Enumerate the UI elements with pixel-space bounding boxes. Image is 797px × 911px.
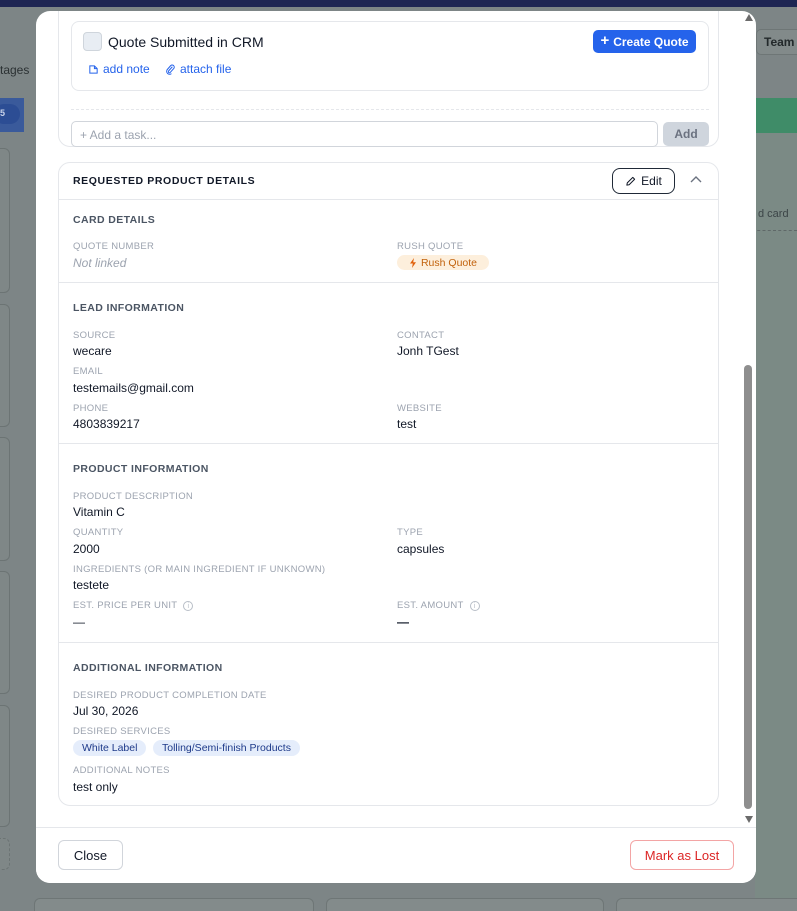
- create-quote-label: Create Quote: [613, 34, 689, 49]
- modal-scrollbar[interactable]: [742, 11, 756, 827]
- email-label: EMAIL: [73, 366, 104, 377]
- divider: [71, 109, 709, 110]
- completion-date-value: Jul 30, 2026: [73, 704, 139, 718]
- chevron-up-icon[interactable]: [689, 174, 703, 186]
- create-quote-button[interactable]: + Create Quote: [593, 30, 696, 53]
- rush-quote-label: RUSH QUOTE: [397, 241, 464, 252]
- team-button[interactable]: Team: [756, 29, 797, 55]
- price-per-unit-label: EST. PRICE PER UNIT i: [73, 600, 194, 611]
- edit-label: Edit: [641, 174, 662, 188]
- card-details-modal: Quote Submitted in CRM + Create Quote ad…: [36, 11, 756, 883]
- modal-footer: Close Mark as Lost: [36, 827, 756, 883]
- task-checkbox[interactable]: [83, 32, 102, 51]
- product-description-label: PRODUCT DESCRIPTION: [73, 491, 194, 502]
- est-amount-label: EST. AMOUNT i: [397, 600, 480, 611]
- product-information-title: PRODUCT INFORMATION: [73, 463, 209, 475]
- board-card-partial: [34, 898, 314, 911]
- section-title: REQUESTED PRODUCT DETAILS: [73, 175, 256, 187]
- info-icon[interactable]: i: [183, 600, 194, 611]
- quantity-label: QUANTITY: [73, 527, 124, 538]
- rush-quote-text: Rush Quote: [420, 256, 478, 269]
- source-label: SOURCE: [73, 330, 116, 341]
- price-per-unit-label-text: EST. PRICE PER UNIT: [73, 600, 178, 611]
- completion-date-label: DESIRED PRODUCT COMPLETION DATE: [73, 690, 267, 701]
- contact-value: Jonh TGest: [397, 344, 459, 358]
- paperclip-icon: [166, 64, 175, 75]
- email-value: testemails@gmail.com: [73, 381, 194, 395]
- ingredients-label: INGREDIENTS (OR MAIN INGREDIENT IF UNKNO…: [73, 564, 326, 575]
- card-details-section: CARD DETAILS QUOTE NUMBER Not linked RUS…: [59, 201, 718, 283]
- pencil-icon: [626, 176, 636, 186]
- column-divider: [752, 230, 797, 231]
- source-value: wecare: [73, 344, 112, 358]
- scroll-up-arrow-icon[interactable]: [745, 14, 753, 21]
- board-card-partial: [326, 898, 604, 911]
- mark-as-lost-button[interactable]: Mark as Lost: [630, 840, 734, 870]
- attach-file-link[interactable]: attach file: [165, 62, 231, 76]
- type-value: capsules: [397, 542, 445, 556]
- add-task-button[interactable]: Add: [663, 122, 709, 146]
- quote-number-value: Not linked: [73, 256, 127, 270]
- website-label: WEBSITE: [397, 403, 442, 414]
- edit-button[interactable]: Edit: [612, 168, 675, 194]
- board-card-partial: [0, 437, 10, 561]
- rush-quote-badge: Rush Quote: [397, 255, 489, 270]
- board-card-partial: [616, 898, 797, 911]
- service-tag: White Label: [73, 740, 147, 756]
- board-card-partial: [0, 148, 10, 293]
- additional-notes-value: test only: [73, 780, 118, 794]
- board-card-partial: [0, 571, 10, 694]
- column-header-green-partial: [755, 98, 797, 133]
- product-details-header: REQUESTED PRODUCT DETAILS Edit: [59, 163, 718, 200]
- add-note-link[interactable]: add note: [88, 62, 150, 76]
- task-title: Quote Submitted in CRM: [108, 34, 264, 50]
- tasks-card: Quote Submitted in CRM + Create Quote ad…: [58, 11, 719, 147]
- quantity-value: 2000: [73, 542, 100, 556]
- modal-body: Quote Submitted in CRM + Create Quote ad…: [36, 11, 742, 827]
- app-top-bar: [0, 0, 797, 7]
- scrollbar-thumb[interactable]: [744, 365, 752, 809]
- additional-information-section: ADDITIONAL INFORMATION DESIRED PRODUCT C…: [59, 642, 718, 805]
- product-description-value: Vitamin C: [73, 505, 125, 519]
- plus-icon: +: [600, 32, 610, 49]
- contact-label: CONTACT: [397, 330, 445, 341]
- add-note-label: add note: [103, 62, 150, 76]
- product-details-card: REQUESTED PRODUCT DETAILS Edit CARD DETA…: [58, 162, 719, 806]
- est-amount-value: —: [397, 615, 409, 629]
- scroll-down-arrow-icon[interactable]: [745, 816, 753, 823]
- product-information-section: PRODUCT INFORMATION PRODUCT DESCRIPTION …: [59, 443, 718, 642]
- board-card-partial: [0, 705, 10, 827]
- info-icon[interactable]: i: [469, 600, 480, 611]
- additional-information-title: ADDITIONAL INFORMATION: [73, 662, 223, 674]
- desired-services-label: DESIRED SERVICES: [73, 726, 171, 737]
- board-card-partial: [0, 304, 10, 427]
- price-per-unit-value: —: [73, 615, 85, 629]
- add-card-partial[interactable]: d card: [758, 208, 789, 220]
- board-card-partial: [0, 838, 10, 870]
- additional-notes-label: ADDITIONAL NOTES: [73, 765, 170, 776]
- phone-label: PHONE: [73, 403, 109, 414]
- lightning-icon: [409, 257, 416, 268]
- board-column-partial: [755, 133, 797, 911]
- type-label: TYPE: [397, 527, 424, 538]
- note-icon: [89, 64, 98, 74]
- ingredients-value: testete: [73, 578, 110, 592]
- website-value: test: [397, 417, 417, 431]
- attach-file-label: attach file: [180, 62, 232, 76]
- new-task-input[interactable]: + Add a task...: [71, 121, 658, 147]
- service-tag: Tolling/Semi-finish Products: [153, 740, 300, 756]
- stages-label-partial: tages: [0, 63, 30, 77]
- card-details-title: CARD DETAILS: [73, 214, 156, 226]
- column-count-badge: 5: [0, 104, 20, 124]
- lead-information-title: LEAD INFORMATION: [73, 302, 185, 314]
- est-amount-label-text: EST. AMOUNT: [397, 600, 464, 611]
- close-button[interactable]: Close: [58, 840, 123, 870]
- lead-information-section: LEAD INFORMATION SOURCE wecare CONTACT J…: [59, 282, 718, 443]
- quote-number-label: QUOTE NUMBER: [73, 241, 155, 252]
- task-item: Quote Submitted in CRM + Create Quote ad…: [71, 21, 709, 91]
- phone-value: 4803839217: [73, 417, 140, 431]
